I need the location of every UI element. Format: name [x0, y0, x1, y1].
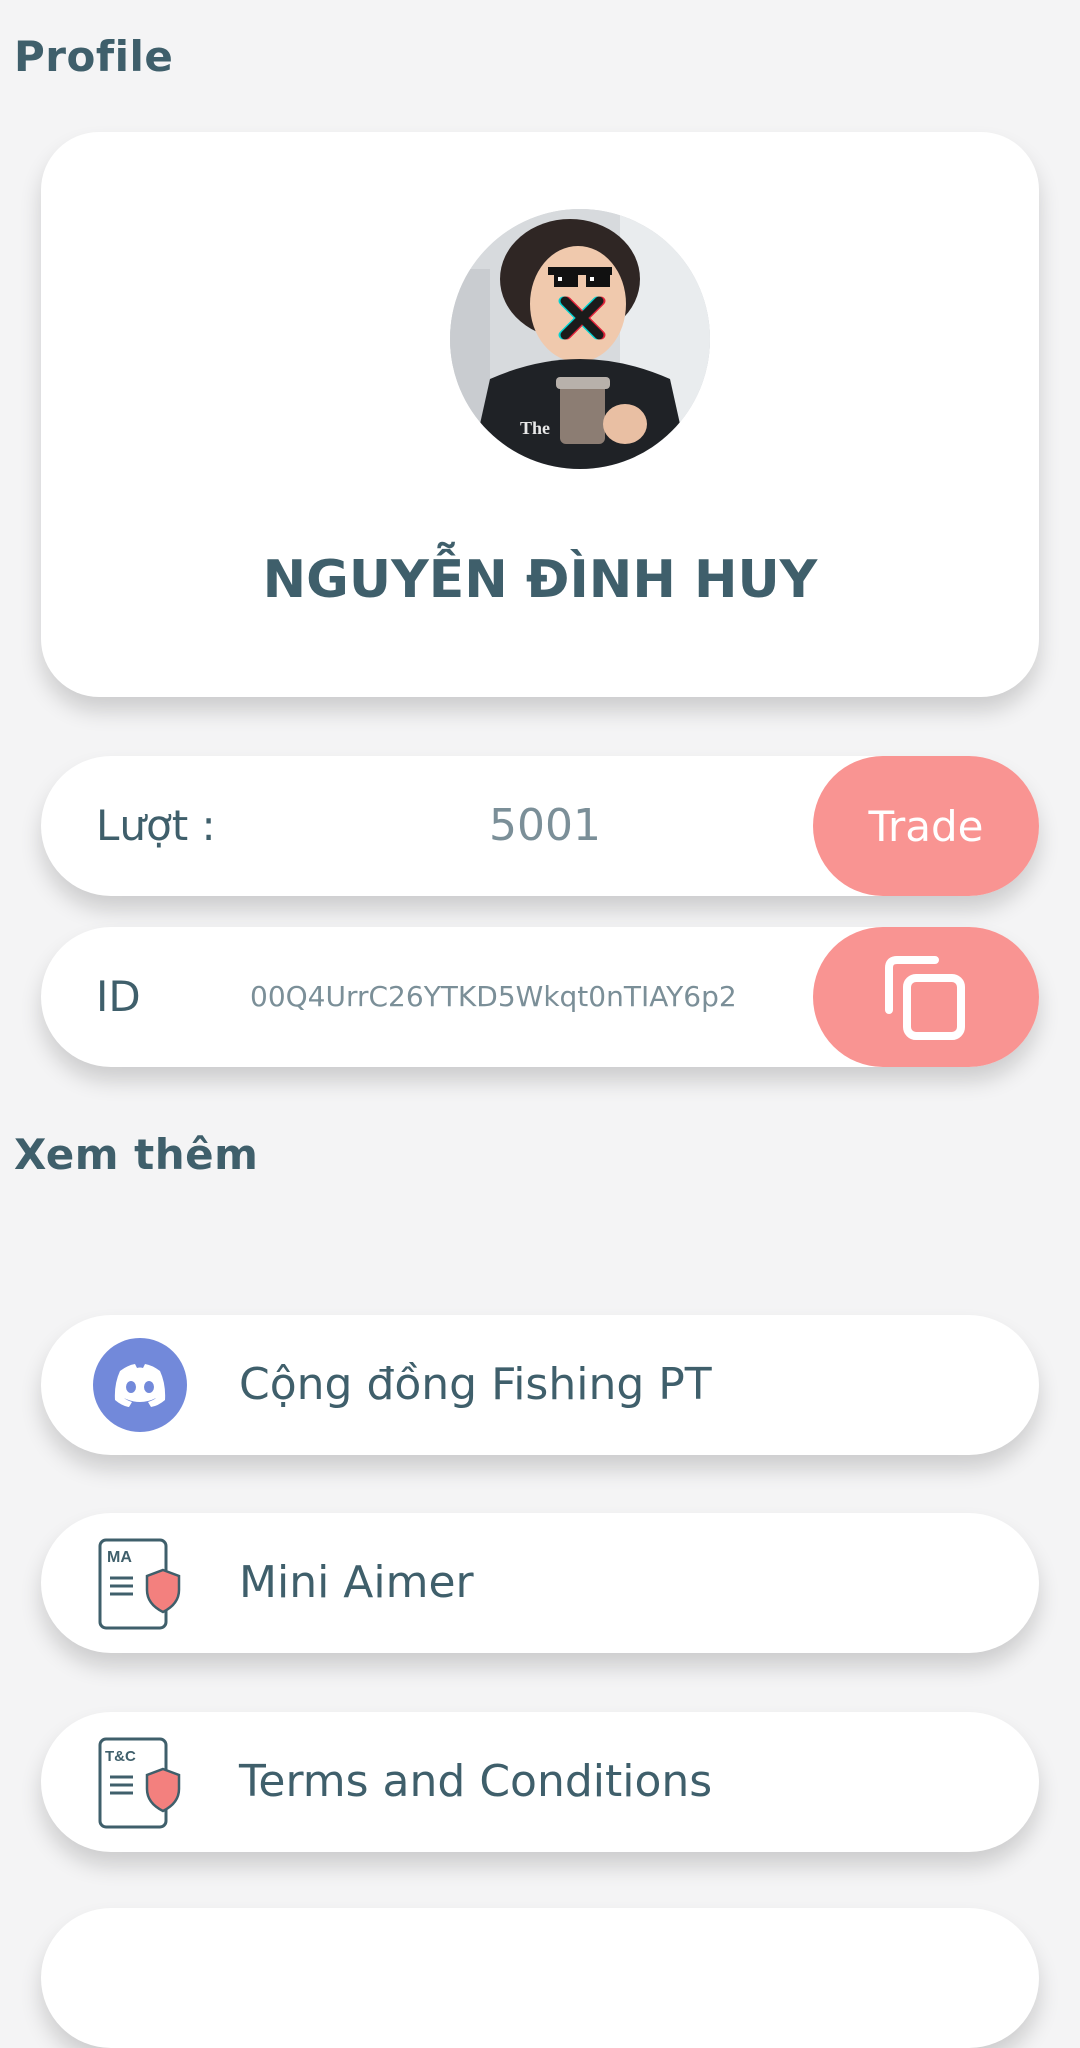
- document-shield-icon: T&C: [93, 1735, 187, 1829]
- profile-section-title: Profile: [14, 32, 174, 81]
- copy-id-button[interactable]: [813, 927, 1039, 1067]
- profile-name: NGUYỄN ĐÌNH HUY: [262, 550, 818, 610]
- svg-text:The: The: [520, 418, 550, 438]
- document-shield-icon: MA: [93, 1536, 187, 1630]
- mini-aimer-icon-text: MA: [107, 1549, 132, 1566]
- menu-item-mini-aimer[interactable]: MA Mini Aimer: [41, 1513, 1039, 1653]
- discord-icon: [93, 1338, 187, 1432]
- turns-value: 5001: [489, 800, 601, 851]
- menu-item-terms[interactable]: T&C Terms and Conditions: [41, 1712, 1039, 1852]
- turns-row: Lượt : 5001 Trade: [41, 756, 1039, 896]
- menu-item-next[interactable]: [41, 1908, 1039, 2048]
- trade-button[interactable]: Trade: [813, 756, 1039, 896]
- id-value: 00Q4UrrC26YTKD5Wkqt0nTIAY6p2: [250, 980, 737, 1013]
- id-row: ID 00Q4UrrC26YTKD5Wkqt0nTIAY6p2: [41, 927, 1039, 1067]
- menu-item-mini-aimer-label: Mini Aimer: [239, 1557, 474, 1608]
- avatar-photo: The: [450, 209, 710, 469]
- menu-item-terms-label: Terms and Conditions: [239, 1756, 713, 1807]
- terms-icon-text: T&C: [105, 1748, 136, 1765]
- menu-item-community-label: Cộng đồng Fishing PT: [239, 1359, 712, 1410]
- id-label: ID: [96, 972, 141, 1021]
- trade-button-label: Trade: [868, 801, 984, 851]
- more-section-title: Xem thêm: [14, 1130, 259, 1179]
- profile-card: The NGUYỄN ĐÌNH HUY: [41, 132, 1039, 697]
- menu-item-community[interactable]: Cộng đồng Fishing PT: [41, 1315, 1039, 1455]
- copy-icon: [885, 956, 965, 1040]
- avatar[interactable]: The: [450, 209, 710, 469]
- turns-label: Lượt :: [96, 801, 216, 850]
